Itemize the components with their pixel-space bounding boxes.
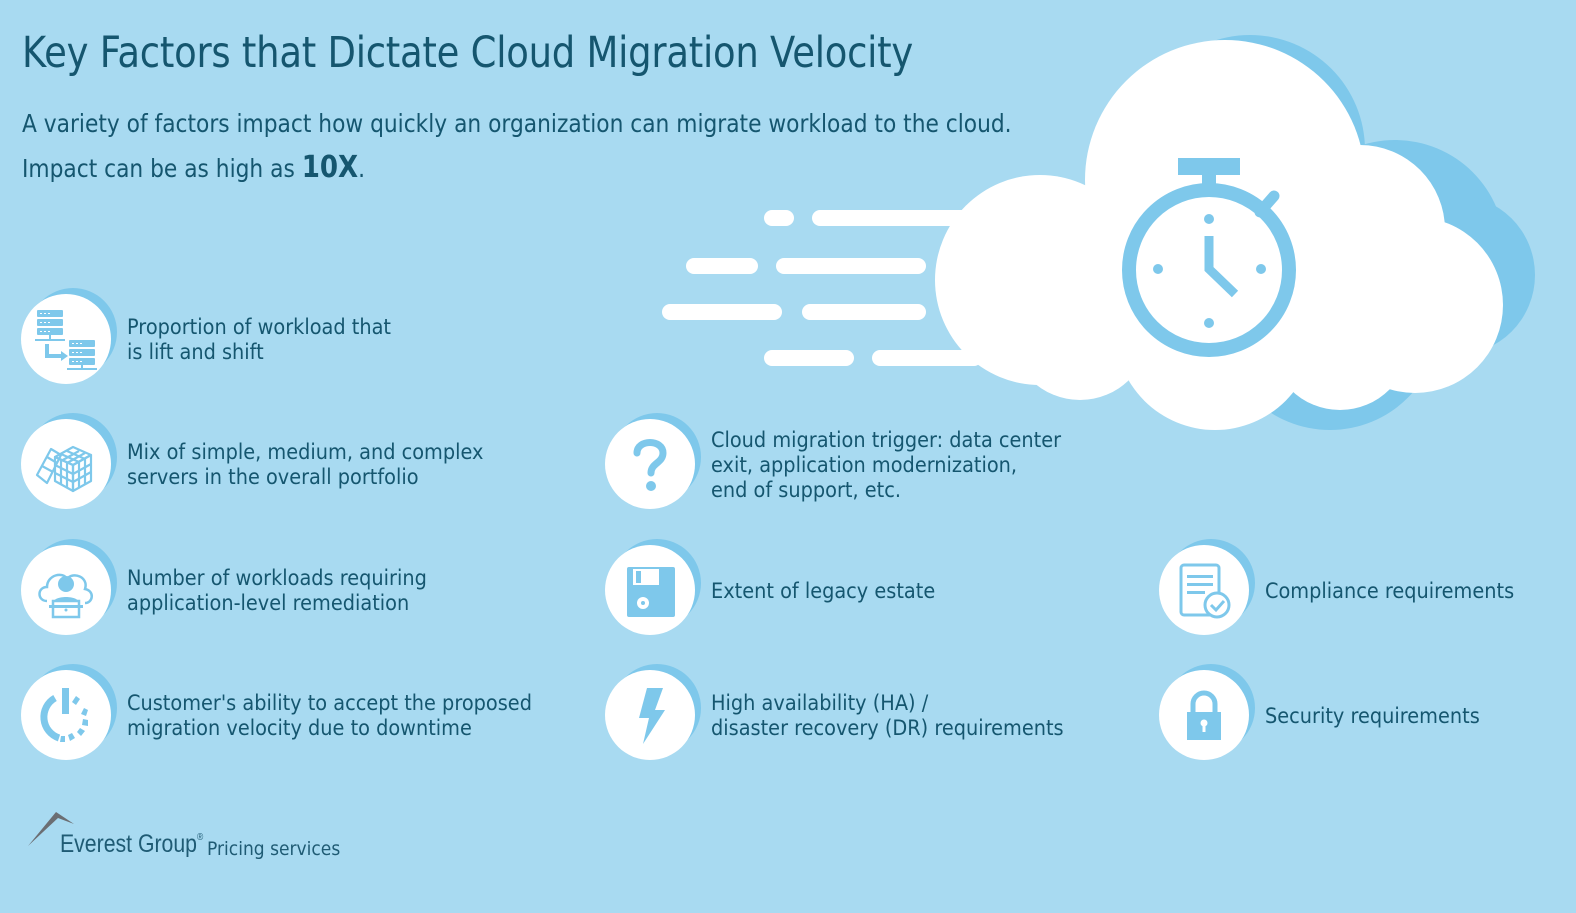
factor-label: Number of workloads requiring applicatio… xyxy=(127,566,427,615)
cloud-shadow xyxy=(1135,35,1535,430)
factor-label: Compliance requirements xyxy=(1265,578,1515,603)
factor-label: High availability (HA) / disaster recove… xyxy=(711,691,1064,740)
factor-item: Proportion of workload that is lift and … xyxy=(21,288,414,388)
factor-item: Mix of simple, medium, and complex serve… xyxy=(21,413,514,513)
factor-item: Number of workloads requiring applicatio… xyxy=(21,539,453,639)
compliance-document-icon xyxy=(1179,563,1231,619)
floppy-disk-icon xyxy=(627,567,675,617)
factor-item: High availability (HA) / disaster recove… xyxy=(605,664,1094,764)
factor-item: Security requirements xyxy=(1159,664,1498,764)
factor-label: Customer's ability to accept the propose… xyxy=(127,691,532,740)
subtitle-suffix: . xyxy=(358,154,366,183)
registered-mark: ® xyxy=(197,832,204,843)
cloud xyxy=(935,40,1503,430)
everest-group-logo: Everest Group® Pricing services xyxy=(26,810,366,870)
subtitle-line-1: A variety of factors impact how quickly … xyxy=(22,109,1012,138)
brand-name: Everest Group xyxy=(60,830,198,858)
factor-item: Cloud migration trigger: data center exi… xyxy=(605,413,1092,513)
subtitle-line-2: Impact can be as high as 10X. xyxy=(22,146,1012,191)
lightning-bolt-icon xyxy=(639,688,665,744)
server-migration-icon xyxy=(35,310,97,370)
impact-highlight: 10X xyxy=(301,150,359,185)
factor-item: Compliance requirements xyxy=(1159,539,1536,639)
speed-lines xyxy=(662,210,982,366)
padlock-icon xyxy=(1187,690,1221,740)
power-loading-icon xyxy=(40,688,88,742)
factor-item: Extent of legacy estate xyxy=(605,539,955,639)
page-title: Key Factors that Dictate Cloud Migration… xyxy=(22,28,914,78)
factor-label: Cloud migration trigger: data center exi… xyxy=(711,427,1062,502)
question-mark-icon xyxy=(633,439,667,491)
factor-item: Customer's ability to accept the propose… xyxy=(21,664,567,764)
stopwatch-icon xyxy=(1122,158,1296,357)
user-cloud-laptop-icon xyxy=(38,573,93,619)
factor-label: Security requirements xyxy=(1265,703,1480,728)
factor-label: Proportion of workload that is lift and … xyxy=(127,315,392,364)
subtitle: A variety of factors impact how quickly … xyxy=(22,102,1012,191)
factor-label: Extent of legacy estate xyxy=(711,578,936,603)
brand-tagline: Pricing services xyxy=(207,838,341,860)
cube-puzzle-icon xyxy=(35,445,93,493)
factor-label: Mix of simple, medium, and complex serve… xyxy=(127,440,484,489)
subtitle-prefix: Impact can be as high as xyxy=(22,154,302,183)
